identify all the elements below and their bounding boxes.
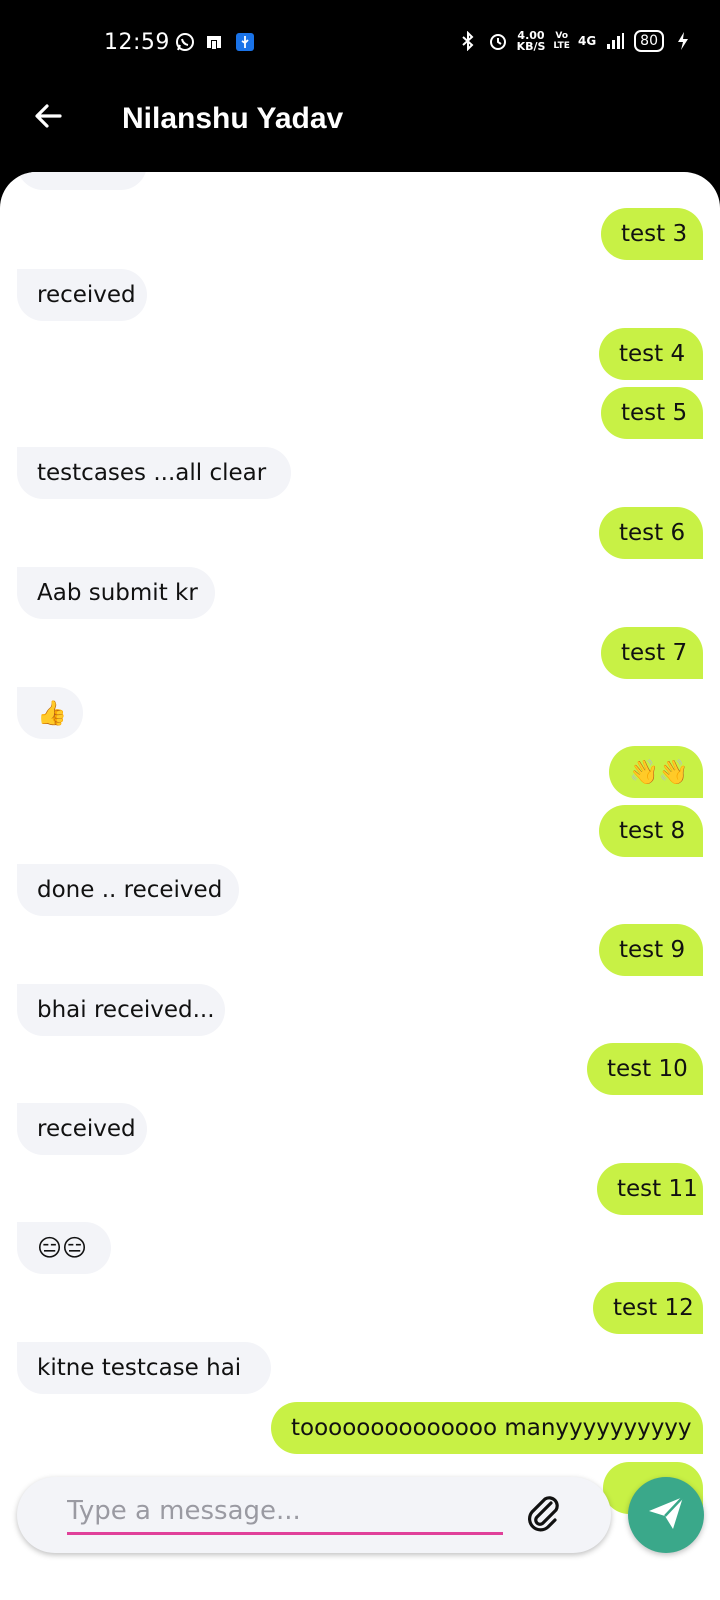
outgoing-message[interactable]: test 7 (601, 627, 703, 679)
signal-icon (604, 30, 626, 52)
chat-panel: test 3 received test 4 test 5 testcases ...a… (0, 172, 720, 1600)
outgoing-message[interactable]: test 12 (593, 1282, 703, 1334)
message-bubble-partial (17, 172, 147, 190)
network-type: 4G (577, 34, 597, 48)
whatsapp-icon (174, 31, 196, 53)
battery-level: 80 (634, 30, 664, 52)
contact-name: Nilanshu Yadav (122, 102, 344, 135)
incoming-message[interactable]: done .. received (17, 864, 239, 916)
incoming-message[interactable]: 👍 (17, 687, 83, 739)
bluetooth-icon (457, 30, 479, 52)
outgoing-message[interactable]: test 8 (599, 805, 703, 857)
alarm-icon (487, 30, 509, 52)
outgoing-message[interactable]: test 10 (587, 1043, 703, 1095)
arrow-left-icon (32, 100, 64, 136)
message-list[interactable]: test 3 received test 4 test 5 testcases ...a… (0, 172, 720, 1514)
charging-icon (672, 30, 694, 52)
volte-indicator: Vo LTE (553, 31, 570, 51)
volte-top: Vo (555, 31, 569, 41)
incoming-message[interactable]: received (17, 1103, 147, 1155)
paperclip-icon (521, 1491, 565, 1539)
incoming-message[interactable]: received (17, 269, 147, 321)
back-button[interactable] (28, 98, 68, 138)
app-header: Nilanshu Yadav (0, 88, 720, 182)
incoming-message[interactable]: 😑😑 (17, 1222, 111, 1274)
incoming-message[interactable]: Aab submit kr (17, 567, 215, 619)
network-speed-unit: KB/S (516, 40, 546, 53)
incoming-message[interactable]: bhai received... (17, 984, 225, 1036)
status-time: 12:59 (104, 30, 170, 55)
outgoing-message[interactable]: toooooooooooooo manyyyyyyyyyy (271, 1402, 703, 1454)
outgoing-message[interactable]: test 4 (599, 328, 703, 380)
send-button[interactable] (628, 1477, 704, 1553)
usb-icon (234, 31, 256, 53)
app-notification-icon (204, 31, 226, 53)
incoming-message[interactable]: kitne testcase hai (17, 1342, 271, 1394)
outgoing-message[interactable]: test 3 (601, 208, 703, 260)
status-bar: 12:59 4.00 KB/S Vo LTE 4G 80 (0, 0, 720, 88)
incoming-message[interactable]: testcases ...all clear (17, 447, 291, 499)
network-speed: 4.00 KB/S (517, 30, 546, 52)
system-status-icons: 4.00 KB/S Vo LTE 4G 80 (457, 30, 694, 52)
send-icon (645, 1492, 687, 1538)
attach-button[interactable] (517, 1489, 569, 1541)
volte-bottom: LTE (553, 41, 570, 51)
outgoing-message[interactable]: test 6 (599, 507, 703, 559)
notification-icons (174, 31, 256, 53)
outgoing-message[interactable]: 👋👋 (609, 746, 703, 798)
message-input[interactable] (67, 1489, 503, 1535)
outgoing-message[interactable]: test 5 (601, 387, 703, 439)
outgoing-message[interactable]: test 9 (599, 924, 703, 976)
outgoing-message[interactable]: test 11 (597, 1163, 703, 1215)
message-composer (17, 1477, 611, 1553)
